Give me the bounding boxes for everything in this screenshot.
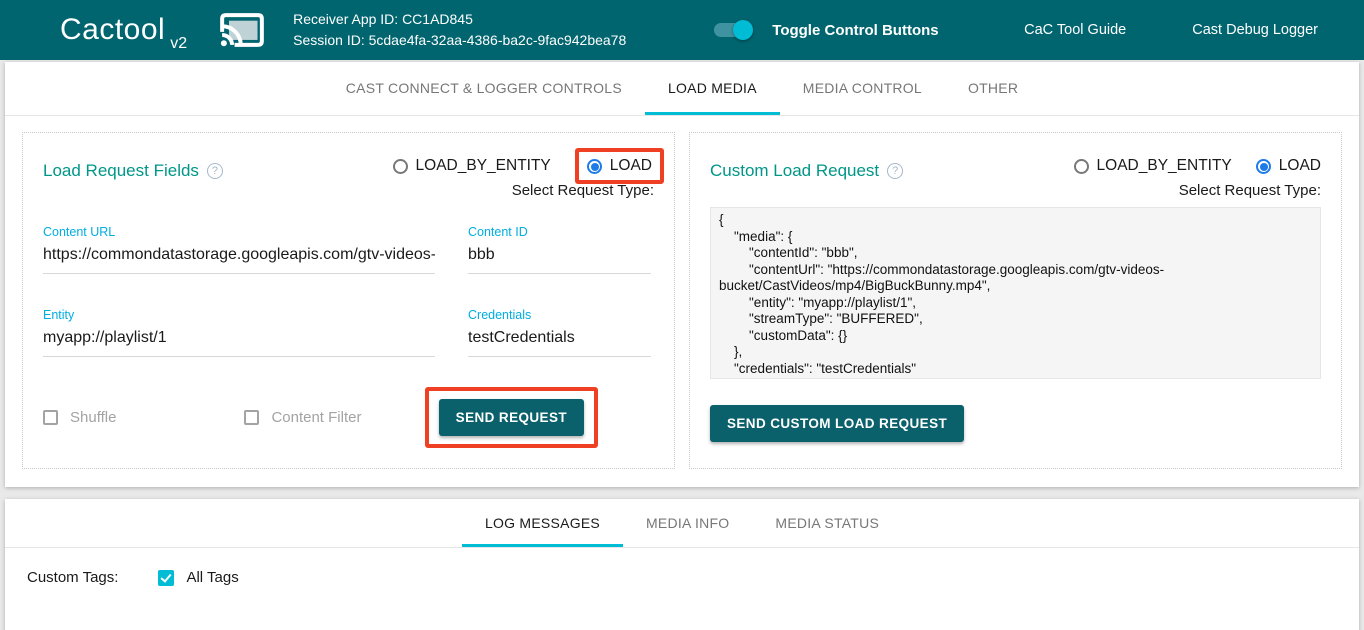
radio-unchecked-icon [393, 159, 408, 174]
app-version: v2 [170, 35, 187, 60]
radio-load-highlighted[interactable]: LOAD [575, 148, 664, 184]
entity-label: Entity [43, 308, 435, 322]
select-request-type-label: Select Request Type: [1074, 182, 1321, 199]
credentials-label: Credentials [468, 308, 651, 322]
content-filter-label: Content Filter [271, 409, 361, 426]
shuffle-checkbox[interactable]: Shuffle [43, 409, 116, 426]
custom-radio-load-label: LOAD [1279, 157, 1321, 175]
toggle-track-icon [714, 23, 750, 37]
tab-load-media[interactable]: LOAD MEDIA [645, 62, 780, 115]
app-title: Cactool [60, 13, 165, 47]
control-buttons-toggle[interactable] [714, 23, 750, 37]
toggle-label: Toggle Control Buttons [772, 22, 938, 39]
app-header: Cactool v2 Receiver App ID: CC1AD845 Ses… [0, 0, 1364, 60]
radio-unchecked-icon [1074, 159, 1089, 174]
checkbox-unchecked-icon [43, 410, 58, 425]
tab-media-control[interactable]: MEDIA CONTROL [780, 62, 945, 115]
radio-checked-icon [587, 159, 602, 174]
main-tab-bar: CAST CONNECT & LOGGER CONTROLS LOAD MEDI… [5, 62, 1359, 116]
custom-tags-label: Custom Tags: [27, 569, 118, 586]
log-card: LOG MESSAGES MEDIA INFO MEDIA STATUS Cus… [5, 499, 1359, 630]
content-id-field: Content ID [468, 225, 651, 274]
help-icon[interactable] [207, 163, 223, 179]
custom-load-json-textarea[interactable]: { "media": { "contentId": "bbb", "conten… [710, 207, 1321, 379]
select-request-type-label: Select Request Type: [393, 182, 654, 199]
content-id-input[interactable] [468, 239, 651, 274]
tab-other[interactable]: OTHER [945, 62, 1041, 115]
panels-row: Load Request Fields LOAD_BY_ENTITY LOAD [5, 116, 1359, 487]
send-custom-load-request-button[interactable]: SEND CUSTOM LOAD REQUEST [710, 405, 964, 442]
cast-connected-icon [219, 12, 265, 48]
send-request-button[interactable]: SEND REQUEST [439, 399, 584, 436]
toggle-knob-icon [733, 20, 753, 40]
radio-checked-icon [1256, 159, 1271, 174]
radio-load-label: LOAD [610, 157, 652, 175]
content-id-label: Content ID [468, 225, 651, 239]
content-url-input[interactable] [43, 239, 435, 274]
shuffle-label: Shuffle [70, 409, 116, 426]
credentials-input[interactable] [468, 322, 651, 357]
load-request-fields-panel: Load Request Fields LOAD_BY_ENTITY LOAD [22, 132, 675, 469]
content-url-field: Content URL [43, 225, 435, 274]
cast-debug-logger-link[interactable]: Cast Debug Logger [1192, 22, 1318, 38]
help-icon[interactable] [887, 163, 903, 179]
tab-log-messages[interactable]: LOG MESSAGES [462, 499, 623, 547]
tab-media-status[interactable]: MEDIA STATUS [752, 499, 902, 547]
checkbox-unchecked-icon [244, 410, 259, 425]
custom-radio-load[interactable]: LOAD [1256, 157, 1321, 175]
custom-load-request-title: Custom Load Request [710, 161, 879, 181]
entity-field: Entity [43, 308, 435, 357]
content-filter-checkbox[interactable]: Content Filter [244, 409, 361, 426]
content-url-label: Content URL [43, 225, 435, 239]
all-tags-checkbox-checked-icon[interactable] [158, 570, 174, 586]
cac-tool-guide-link[interactable]: CaC Tool Guide [1024, 22, 1126, 38]
radio-load-by-entity[interactable]: LOAD_BY_ENTITY [393, 157, 551, 175]
credentials-field: Credentials [468, 308, 651, 357]
custom-tags-row: Custom Tags: All Tags [5, 548, 1359, 586]
custom-radio-load-by-entity-label: LOAD_BY_ENTITY [1097, 157, 1232, 175]
session-info: Receiver App ID: CC1AD845 Session ID: 5c… [293, 9, 626, 51]
session-id: Session ID: 5cdae4fa-32aa-4386-ba2c-9fac… [293, 30, 626, 51]
load-request-fields-title: Load Request Fields [43, 161, 199, 181]
receiver-app-id: Receiver App ID: CC1AD845 [293, 9, 626, 30]
tab-cast-connect-logger-controls[interactable]: CAST CONNECT & LOGGER CONTROLS [323, 62, 645, 115]
main-card: CAST CONNECT & LOGGER CONTROLS LOAD MEDI… [5, 62, 1359, 487]
tab-media-info[interactable]: MEDIA INFO [623, 499, 752, 547]
log-tab-bar: LOG MESSAGES MEDIA INFO MEDIA STATUS [5, 499, 1359, 548]
all-tags-label: All Tags [186, 569, 238, 586]
entity-input[interactable] [43, 322, 435, 357]
send-request-highlight-box: SEND REQUEST [425, 387, 598, 448]
custom-radio-load-by-entity[interactable]: LOAD_BY_ENTITY [1074, 157, 1232, 175]
radio-load-by-entity-label: LOAD_BY_ENTITY [416, 157, 551, 175]
custom-load-request-panel: Custom Load Request LOAD_BY_ENTITY LOAD [689, 132, 1342, 469]
